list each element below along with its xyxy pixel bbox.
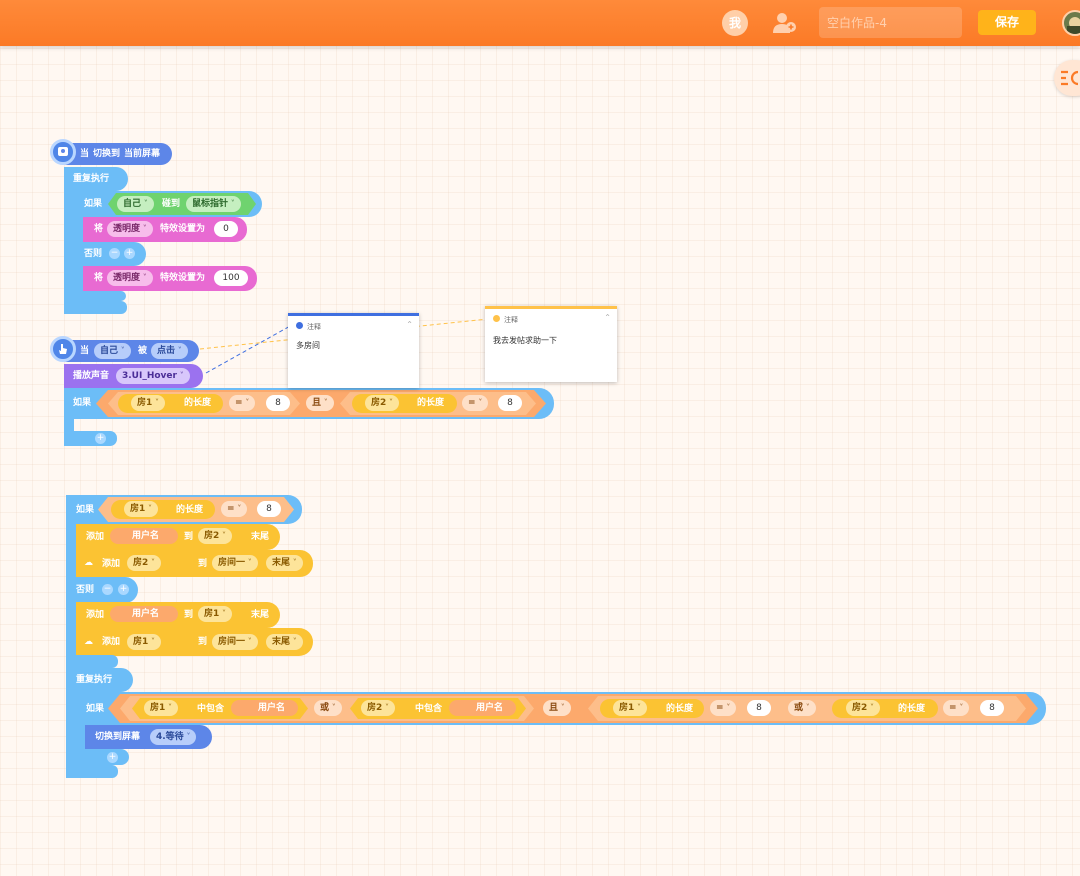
else-minus-button[interactable]: − — [102, 584, 113, 595]
if-label: 如果 — [86, 704, 105, 714]
add-to-list-block[interactable] — [76, 524, 280, 550]
screen-dropdown[interactable]: 4.等待 — [150, 729, 197, 745]
comment-header: 注释 — [493, 315, 518, 325]
add-label: 添加 — [86, 532, 105, 542]
compare-value-input[interactable]: 8 — [257, 501, 281, 517]
to-label: 到 — [184, 610, 194, 620]
list-dropdown[interactable]: 房1 — [127, 634, 162, 650]
list-dropdown[interactable]: 房1 — [613, 700, 648, 716]
operator-dropdown[interactable]: = — [221, 501, 248, 517]
list-dropdown[interactable]: 房2 — [198, 528, 233, 544]
to-label: 到 — [198, 637, 208, 647]
compare-value-input[interactable]: 8 — [747, 700, 771, 716]
length-of-label: 的长度 — [898, 704, 926, 714]
position-dropdown[interactable]: 末尾 — [266, 634, 303, 650]
add-label: 添加 — [102, 637, 121, 647]
list-dropdown[interactable]: 房1 — [198, 606, 233, 622]
cloud-icon: ☁ — [84, 637, 93, 647]
username-reporter[interactable]: 用户名 — [449, 700, 516, 716]
to-label: 到 — [184, 532, 194, 542]
collapse-icon[interactable]: ⌃ — [604, 313, 611, 322]
comment-body[interactable]: 我去发帖求助一下 — [493, 335, 557, 346]
username-reporter[interactable]: 用户名 — [231, 700, 298, 716]
username-reporter[interactable]: 用户名 — [110, 528, 178, 544]
length-of-label: 的长度 — [666, 704, 694, 714]
username-reporter[interactable]: 用户名 — [110, 606, 178, 622]
length-of-label: 的长度 — [176, 505, 204, 515]
logic-dropdown[interactable]: 且 — [543, 700, 571, 716]
collapse-icon[interactable]: ⌃ — [406, 320, 413, 329]
room-dropdown[interactable]: 房间一 — [212, 555, 258, 571]
info-icon — [296, 322, 303, 329]
position-dropdown[interactable]: 末尾 — [266, 555, 303, 571]
to-label: 到 — [198, 559, 208, 569]
operator-dropdown[interactable]: = — [943, 700, 970, 716]
compare-value-input[interactable]: 8 — [980, 700, 1004, 716]
contains-label: 中包含 — [415, 704, 443, 714]
end-label: 末尾 — [251, 610, 270, 620]
repeat-foot — [66, 765, 118, 778]
if-plus-button[interactable]: + — [107, 752, 118, 763]
cloud-icon: ☁ — [84, 558, 93, 568]
logic-dropdown[interactable]: 或 — [788, 700, 816, 716]
list-dropdown[interactable]: 房2 — [846, 700, 881, 716]
operator-dropdown[interactable]: = — [710, 700, 737, 716]
else-plus-button[interactable]: + — [118, 584, 129, 595]
logic-dropdown[interactable]: 或 — [314, 700, 342, 716]
room-dropdown[interactable]: 房间一 — [212, 634, 258, 650]
list-dropdown[interactable]: 房1 — [124, 501, 159, 517]
end-label: 末尾 — [251, 532, 270, 542]
contains-label: 中包含 — [197, 704, 225, 714]
warning-icon — [493, 315, 500, 322]
list-dropdown[interactable]: 房2 — [361, 700, 396, 716]
comment-note[interactable]: 注释 ⌃ 我去发帖求助一下 — [485, 306, 617, 382]
comment-header: 注释 — [296, 322, 321, 332]
add-label: 添加 — [102, 559, 121, 569]
comment-note[interactable]: 注释 ⌃ 多房间 — [288, 313, 419, 388]
switch-screen-label: 切换到屏幕 — [95, 732, 141, 742]
add-to-list-block[interactable] — [76, 602, 280, 628]
if-foot — [66, 655, 118, 668]
comment-body[interactable]: 多房间 — [296, 340, 320, 351]
else-label: 否则 — [76, 585, 95, 595]
if-label: 如果 — [76, 505, 95, 515]
repeat-label: 重复执行 — [76, 675, 113, 685]
add-label: 添加 — [86, 610, 105, 620]
list-dropdown[interactable]: 房1 — [144, 700, 179, 716]
if-foot — [76, 749, 129, 765]
list-dropdown[interactable]: 房2 — [127, 555, 162, 571]
